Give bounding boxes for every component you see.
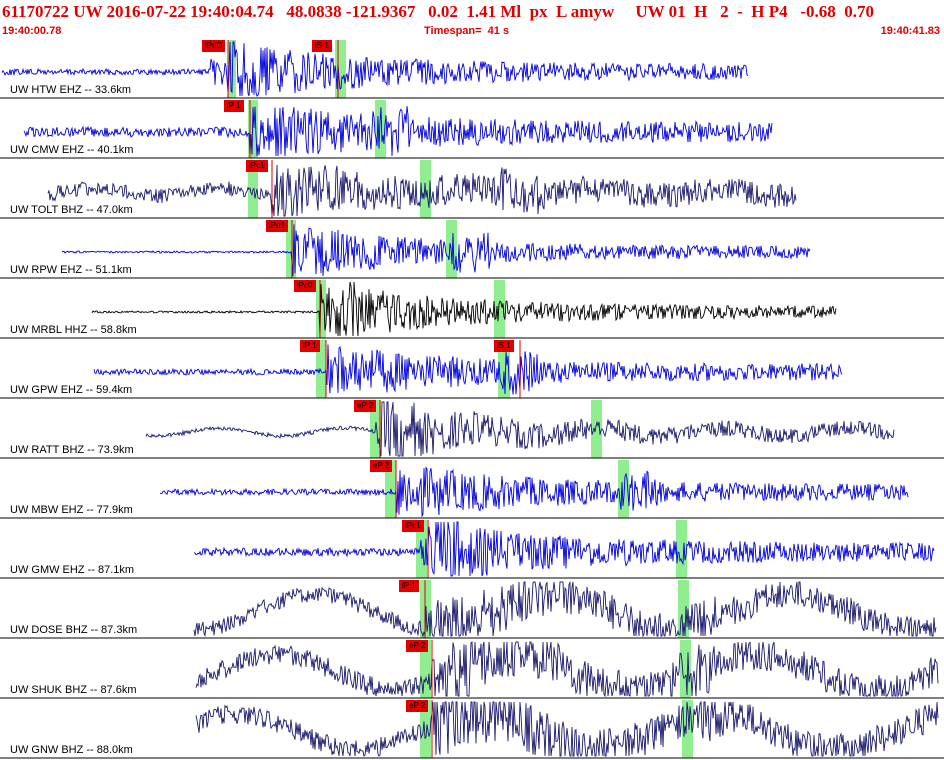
trace-row-11[interactable]: [0, 700, 944, 759]
trace-row-4[interactable]: [0, 280, 944, 339]
pick-marker[interactable]: eP 2: [406, 640, 429, 652]
station-label: UW HTW EHZ -- 33.6km: [10, 84, 131, 96]
station-label: UW MBW EHZ -- 77.9km: [10, 504, 133, 516]
trace-row-2[interactable]: [0, 160, 944, 219]
trace-row-1[interactable]: [0, 100, 944, 159]
pick-marker[interactable]: eP 2: [406, 700, 429, 712]
pick-marker[interactable]: iP 1: [300, 340, 320, 352]
phase-window-band: [335, 40, 346, 98]
trace-row-0[interactable]: [0, 40, 944, 99]
station-label: UW RATT BHZ -- 73.9km: [10, 444, 134, 456]
waveform-trace: [195, 700, 939, 758]
station-label: UW RPW EHZ -- 51.1km: [10, 264, 132, 276]
pick-marker[interactable]: iPc1: [402, 520, 424, 532]
pick-marker[interactable]: iPc0: [294, 280, 316, 292]
event-header: 61170722 UW 2016-07-22 19:40:04.74 48.08…: [0, 0, 944, 38]
station-label: UW GNW BHZ -- 88.0km: [10, 744, 133, 756]
pick-marker[interactable]: iP 1: [399, 580, 419, 592]
pick-marker[interactable]: eP 2: [370, 460, 393, 472]
station-label: UW CMW EHZ -- 40.1km: [10, 144, 134, 156]
station-label: UW GPW EHZ -- 59.4km: [10, 384, 133, 396]
waveform-trace: [193, 580, 937, 638]
pick-marker[interactable]: iPdD: [202, 40, 226, 52]
trace-row-5[interactable]: [0, 340, 944, 399]
waveform-trace: [195, 641, 939, 698]
waveform-trace: [93, 344, 843, 395]
pick-marker[interactable]: iPd1: [266, 220, 289, 232]
trace-row-8[interactable]: [0, 520, 944, 579]
waveform-canvas: [0, 40, 944, 759]
pick-marker[interactable]: iPc1: [246, 160, 268, 172]
end-time: 19:40:41.83: [880, 25, 940, 37]
waveform-trace: [145, 401, 895, 457]
waveform-trace: [23, 106, 773, 157]
station-label: UW TOLT BHZ -- 47.0km: [10, 204, 133, 216]
phase-window-band: [680, 640, 691, 698]
timespan: Timespan= 41 s: [424, 25, 510, 37]
trace-row-6[interactable]: [0, 400, 944, 459]
seismogram-panel[interactable]: UW HTW EHZ -- 33.6km iPdD iS 1 UW CMW EHZ -…: [0, 38, 944, 760]
pick-marker[interactable]: eP 2: [354, 400, 377, 412]
phase-window-band: [591, 400, 602, 458]
station-label: UW MRBL HHZ -- 58.8km: [10, 324, 137, 336]
start-time: 19:40:00.78: [2, 25, 62, 37]
waveform-trace: [159, 466, 909, 518]
waveform-trace: [91, 281, 837, 337]
pick-marker[interactable]: iP 1: [224, 100, 244, 112]
waveform-trace: [61, 224, 811, 277]
station-label: UW GMW EHZ -- 87.1km: [10, 564, 135, 576]
station-label: UW SHUK BHZ -- 87.6km: [10, 684, 137, 696]
trace-row-3[interactable]: [0, 220, 944, 279]
trace-row-9[interactable]: [0, 580, 944, 639]
event-summary: 61170722 UW 2016-07-22 19:40:04.74 48.08…: [2, 2, 875, 21]
trace-row-10[interactable]: [0, 640, 944, 699]
phase-window-band: [676, 520, 687, 578]
waveform-trace: [193, 521, 935, 577]
pick-marker[interactable]: iS 1: [312, 40, 332, 52]
pick-marker[interactable]: iS 1: [494, 340, 514, 352]
station-label: UW DOSE BHZ -- 87.3km: [10, 624, 138, 636]
trace-row-7[interactable]: [0, 460, 944, 519]
